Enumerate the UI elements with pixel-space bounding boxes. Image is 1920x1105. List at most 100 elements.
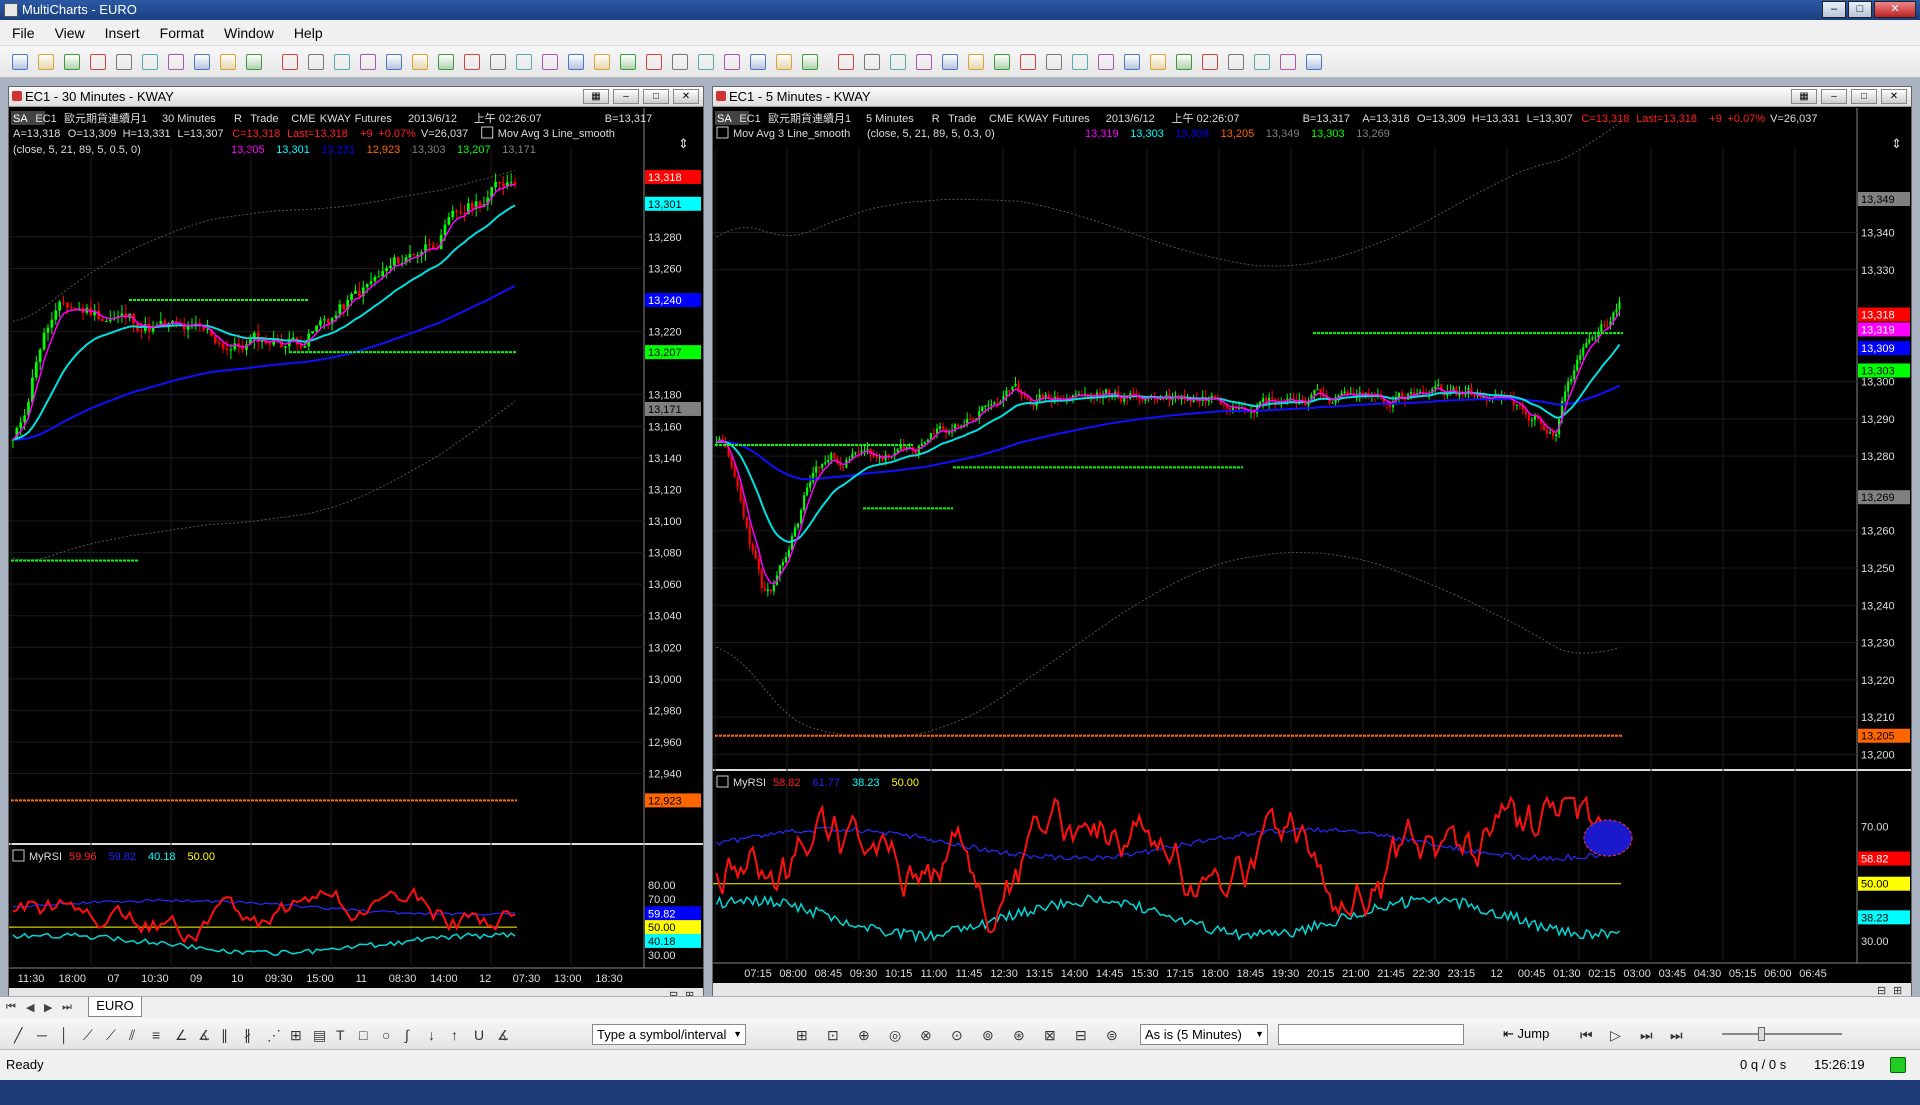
drawing-tool-icon[interactable]: □ [359,1028,367,1042]
toolbar-tool-icon[interactable] [750,54,766,70]
chevron-down-icon[interactable]: ▼ [733,1025,742,1044]
toolbar-tool-icon[interactable] [1072,54,1088,70]
toolbar-tool-icon[interactable] [802,54,818,70]
zoom-slider-thumb[interactable] [1758,1027,1765,1041]
minimize-button[interactable]: – [1822,1,1846,18]
maximize-button[interactable]: □ [1848,1,1872,18]
chevron-down-icon[interactable]: ▼ [1255,1025,1264,1044]
toolbar-tool-icon[interactable] [1228,54,1244,70]
toolbar-tool-icon[interactable] [672,54,688,70]
menu-format[interactable]: Format [160,25,204,41]
toolbar-tool-icon[interactable] [1124,54,1140,70]
toolbar-tool-icon[interactable] [568,54,584,70]
toolbar-tool-icon[interactable] [1098,54,1114,70]
sheet-tab-euro[interactable]: EURO [88,997,142,1017]
toolbar-tool-icon[interactable] [724,54,740,70]
drawing-tool-icon[interactable]: ∥ [221,1028,228,1042]
zoom-slider[interactable] [1722,1033,1842,1035]
drawing-tool-icon[interactable]: ⟋ [106,1028,116,1042]
chart-tool-icon[interactable]: ⊠ [1044,1028,1056,1042]
drawing-tool-icon[interactable]: ⊞ [290,1028,302,1042]
toolbar-tool-icon[interactable] [246,54,262,70]
toolbar-tool-icon[interactable] [490,54,506,70]
chart-format-button[interactable]: ▦ [1791,89,1817,104]
horizontal-scrollbar[interactable] [713,983,1911,997]
first-sheet-arrow-icon[interactable]: ⏮ [6,1001,16,1014]
chart-canvas-5min[interactable]: SA EC1 歐元期貨連續月1 5 Minutes R Trade CME KWAY Futur… [713,108,1911,998]
toolbar-tool-icon[interactable] [438,54,454,70]
toolbar-tool-icon[interactable] [942,54,958,70]
toolbar-tool-icon[interactable] [916,54,932,70]
resolution-select[interactable]: As is (5 Minutes) ▼ [1140,1024,1268,1045]
chart-window-30min[interactable]: EC1 - 30 Minutes - KWAY ▦ – □ ✕ SA EC1 歐元期… [8,86,704,998]
chart-tool-icon[interactable]: ⊚ [982,1028,994,1042]
toolbar-tool-icon[interactable] [594,54,610,70]
chart-tool-icon[interactable]: ◎ [889,1028,901,1042]
toolbar-tool-icon[interactable] [12,54,28,70]
toolbar-tool-icon[interactable] [168,54,184,70]
drawing-tool-icon[interactable]: ▤ [313,1028,326,1042]
drawing-tool-icon[interactable]: ∡ [198,1028,211,1042]
chart-maximize-button[interactable]: □ [643,89,669,104]
toolbar-tool-icon[interactable] [386,54,402,70]
toolbar-tool-icon[interactable] [516,54,532,70]
chart-minimize-button[interactable]: – [613,89,639,104]
drawing-tool-icon[interactable]: T [336,1028,345,1042]
drawing-tool-icon[interactable]: ∦ [244,1028,251,1042]
chart-close-button[interactable]: ✕ [673,89,699,104]
drawing-tool-icon[interactable]: ↓ [428,1028,435,1042]
drawing-tool-icon[interactable]: ≡ [152,1028,160,1042]
drawing-tool-icon[interactable]: U [474,1028,484,1042]
toolbar-tool-icon[interactable] [1150,54,1166,70]
menu-insert[interactable]: Insert [105,25,140,41]
toolbar-tool-icon[interactable] [1046,54,1062,70]
chart-tool-icon[interactable]: ⊟ [1075,1028,1087,1042]
chart-canvas-30min[interactable]: SA EC1 歐元期貨連續月1 30 Minutes R Trade CME KWAY Futu… [9,108,703,998]
toolbar-tool-icon[interactable] [1202,54,1218,70]
last-sheet-arrow-icon[interactable]: ⏭ [62,1001,72,1014]
drawing-tool-icon[interactable]: ⋰ [267,1028,281,1042]
toolbar-tool-icon[interactable] [994,54,1010,70]
drawing-tool-icon[interactable]: ╱ [14,1028,22,1042]
toolbar-tool-icon[interactable] [542,54,558,70]
date-input[interactable] [1278,1024,1464,1045]
toolbar-tool-icon[interactable] [1176,54,1192,70]
chart-tool-icon[interactable]: ⊜ [1106,1028,1118,1042]
toolbar-tool-icon[interactable] [64,54,80,70]
chart-window-5min[interactable]: EC1 - 5 Minutes - KWAY ▦ – □ ✕ SA EC1 歐元期貨… [712,86,1912,998]
chart-tool-icon[interactable]: ⊞ [796,1028,808,1042]
navigation-icon[interactable]: ⏭ [1670,1028,1683,1042]
chart-maximize-button[interactable]: □ [1851,89,1877,104]
drawing-tool-icon[interactable]: ─ [37,1028,47,1042]
toolbar-tool-icon[interactable] [1306,54,1322,70]
toolbar-tool-icon[interactable] [1280,54,1296,70]
toolbar-tool-icon[interactable] [968,54,984,70]
toolbar-tool-icon[interactable] [776,54,792,70]
navigation-icon[interactable]: ▷ [1610,1028,1621,1042]
toolbar-tool-icon[interactable] [220,54,236,70]
toolbar-tool-icon[interactable] [464,54,480,70]
prev-sheet-arrow-icon[interactable]: ◀ [26,1001,34,1014]
drawing-tool-icon[interactable]: ⟋ [83,1028,93,1042]
toolbar-tool-icon[interactable] [308,54,324,70]
menu-window[interactable]: Window [224,25,274,41]
symbol-input[interactable]: Type a symbol/interval ▼ [592,1024,746,1045]
toolbar-tool-icon[interactable] [1254,54,1270,70]
toolbar-tool-icon[interactable] [620,54,636,70]
toolbar-tool-icon[interactable] [194,54,210,70]
close-button[interactable]: ✕ [1874,1,1916,18]
toolbar-tool-icon[interactable] [1020,54,1036,70]
chart-tool-icon[interactable]: ⊡ [827,1028,839,1042]
next-sheet-arrow-icon[interactable]: ▶ [44,1001,52,1014]
toolbar-tool-icon[interactable] [646,54,662,70]
chart-tool-icon[interactable]: ⊙ [951,1028,963,1042]
chart-tool-icon[interactable]: ⊛ [1013,1028,1025,1042]
toolbar-tool-icon[interactable] [864,54,880,70]
menu-view[interactable]: View [55,25,85,41]
chart-close-button[interactable]: ✕ [1881,89,1907,104]
chart-tool-icon[interactable]: ⊕ [858,1028,870,1042]
chart-tool-icon[interactable]: ⊗ [920,1028,932,1042]
toolbar-tool-icon[interactable] [282,54,298,70]
chart-minimize-button[interactable]: – [1821,89,1847,104]
drawing-tool-icon[interactable]: │ [60,1028,69,1042]
